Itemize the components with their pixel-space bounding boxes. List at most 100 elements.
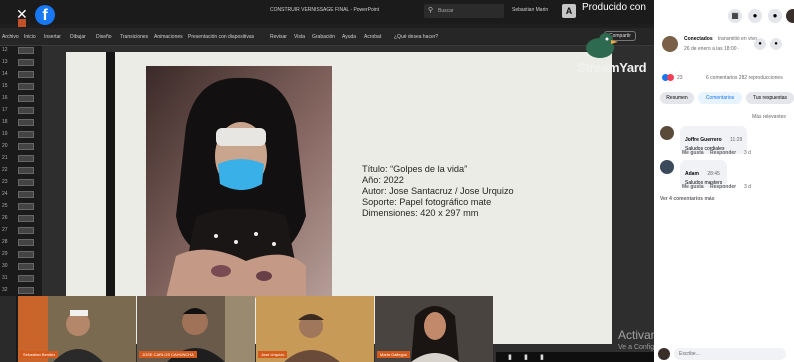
slide-thumb[interactable]: 24 [2,190,40,199]
slide-number: 21 [2,155,8,161]
taskbar-app-icon[interactable]: ▮ [508,353,512,361]
comment-time[interactable]: 11:29 [730,137,742,143]
commenter-avatar[interactable] [660,160,674,174]
slide-thumb[interactable]: 30 [2,262,40,271]
participant-tile: JOSE CARLOS CAHUNCHA [137,296,255,362]
bell-icon[interactable]: ● [754,38,766,50]
slide-thumb[interactable]: 14 [2,70,40,79]
artwork-photo-svg [146,66,332,298]
slide-thumb[interactable]: 20 [2,142,40,151]
page-name[interactable]: Conectados [684,36,713,42]
post-stats[interactable]: 6 comentarios 282 reproducciones [706,75,783,81]
more-icon[interactable]: ● [770,38,782,50]
slide-number: 28 [2,239,8,245]
slide-number: 20 [2,143,8,149]
menu-grid-icon[interactable]: ▦ [728,9,742,23]
slide-thumb[interactable]: 28 [2,238,40,247]
slide-thumb[interactable]: 16 [2,94,40,103]
post-header: Conectados transmitió en vivo. 26 de ene… [662,36,792,66]
comment-input[interactable]: Escribe... [674,348,786,360]
user-name[interactable]: Sebastian Marin [512,7,548,13]
sort-selector[interactable]: Más relevantes [752,114,786,120]
slide-preview [18,107,34,114]
slide-thumb[interactable]: 22 [2,166,40,175]
slide-number: 23 [2,179,8,185]
tab-presentacion[interactable]: Presentación con diapositivas [188,34,254,40]
tab-vista[interactable]: Vista [294,34,305,40]
tab-resumen[interactable]: Resumen [660,92,694,104]
like-link[interactable]: Me gusta [682,184,704,190]
taskbar: ▮ ▮ ▮ [496,352,654,362]
tab-ayuda[interactable]: Ayuda [342,34,356,40]
slide-thumb[interactable]: 32 [2,286,40,295]
participant-name: Jose Urquizo [258,351,288,358]
slide-number: 16 [2,95,8,101]
tab-revisar[interactable]: Revisar [270,34,287,40]
slide-thumb[interactable]: 17 [2,106,40,115]
tab-tus-respuestas[interactable]: Tus respuestas [746,92,794,104]
slide-thumb[interactable]: 15 [2,82,40,91]
more-comments-link[interactable]: Ver 4 comentarios más [660,196,714,202]
user-avatar[interactable]: A [562,4,576,18]
slide-thumb[interactable]: 19 [2,130,40,139]
post-date[interactable]: 26 de enero a las 18:00 · [684,46,740,52]
slide-preview [18,179,34,186]
slide-preview [18,263,34,270]
tab-animaciones[interactable]: Animaciones [154,34,183,40]
tab-que-desea-hacer[interactable]: ¿Qué desea hacer? [394,34,438,40]
slide-thumb[interactable]: 23 [2,178,40,187]
slide-preview [18,167,34,174]
slide-preview [18,215,34,222]
comment-author[interactable]: Joffre Guerrero [685,137,722,143]
messenger-icon[interactable]: ● [748,9,762,23]
live-text: transmitió en vivo. [718,36,759,42]
slide-thumb[interactable]: 18 [2,118,40,127]
search-box[interactable]: ⚲ Buscar [424,4,504,18]
tab-archivo[interactable]: Archivo [2,34,19,40]
artwork-support: Soporte: Papel fotográfico mate [362,197,492,207]
comment-time[interactable]: 28:45 [707,171,720,177]
profile-avatar[interactable] [786,9,794,23]
notifications-icon[interactable]: ● [768,9,782,23]
slide-preview [18,83,34,90]
tab-transiciones[interactable]: Transiciones [120,34,148,40]
slide-number: 29 [2,251,8,257]
slide-number: 18 [2,119,8,125]
participant-tile: Maria Gallegos [375,296,493,362]
slide-number: 22 [2,167,8,173]
slide-thumb[interactable]: 27 [2,226,40,235]
comment-composer: Escribe... [654,346,794,362]
tab-diseno[interactable]: Diseño [96,34,112,40]
slide-preview [18,71,34,78]
artwork-year: Año: 2022 [362,175,404,185]
streamyard-watermark: StreamYard [577,60,647,75]
page-avatar[interactable] [662,36,678,52]
tab-comentarios[interactable]: Comentarios [698,92,742,104]
slide-thumb[interactable]: 31 [2,274,40,283]
tab-acrobat[interactable]: Acrobat [364,34,381,40]
reply-link[interactable]: Responder [710,184,736,190]
tab-dibujar[interactable]: Dibujar [70,34,86,40]
taskbar-app-icon[interactable]: ▮ [540,353,544,361]
slide-number: 17 [2,107,8,113]
slide-preview [18,191,34,198]
comment-age: 3 d [744,184,751,190]
slide-preview [18,119,34,126]
slide-thumb[interactable]: 26 [2,214,40,223]
slide-thumb[interactable]: 13 [2,58,40,67]
reply-link[interactable]: Responder [710,150,736,156]
taskbar-app-icon[interactable]: ▮ [524,353,528,361]
slide-thumb[interactable]: 25 [2,202,40,211]
commenter-avatar[interactable] [660,126,674,140]
comment-author[interactable]: Adam [685,171,699,177]
slide-thumb[interactable]: 12 [2,46,40,55]
title-bar: ✕ f CONSTRUIR VERNISSAGE FINAL - PowerPo… [0,0,654,27]
tab-insertar[interactable]: Insertar [44,34,61,40]
slide-thumb[interactable]: 29 [2,250,40,259]
tab-grabacion[interactable]: Grabación [312,34,335,40]
reactions-count[interactable]: 23 [677,75,683,81]
slide-thumb[interactable]: 21 [2,154,40,163]
like-link[interactable]: Me gusta [682,150,704,156]
slide-preview [18,239,34,246]
tab-inicio[interactable]: Inicio [24,34,36,40]
